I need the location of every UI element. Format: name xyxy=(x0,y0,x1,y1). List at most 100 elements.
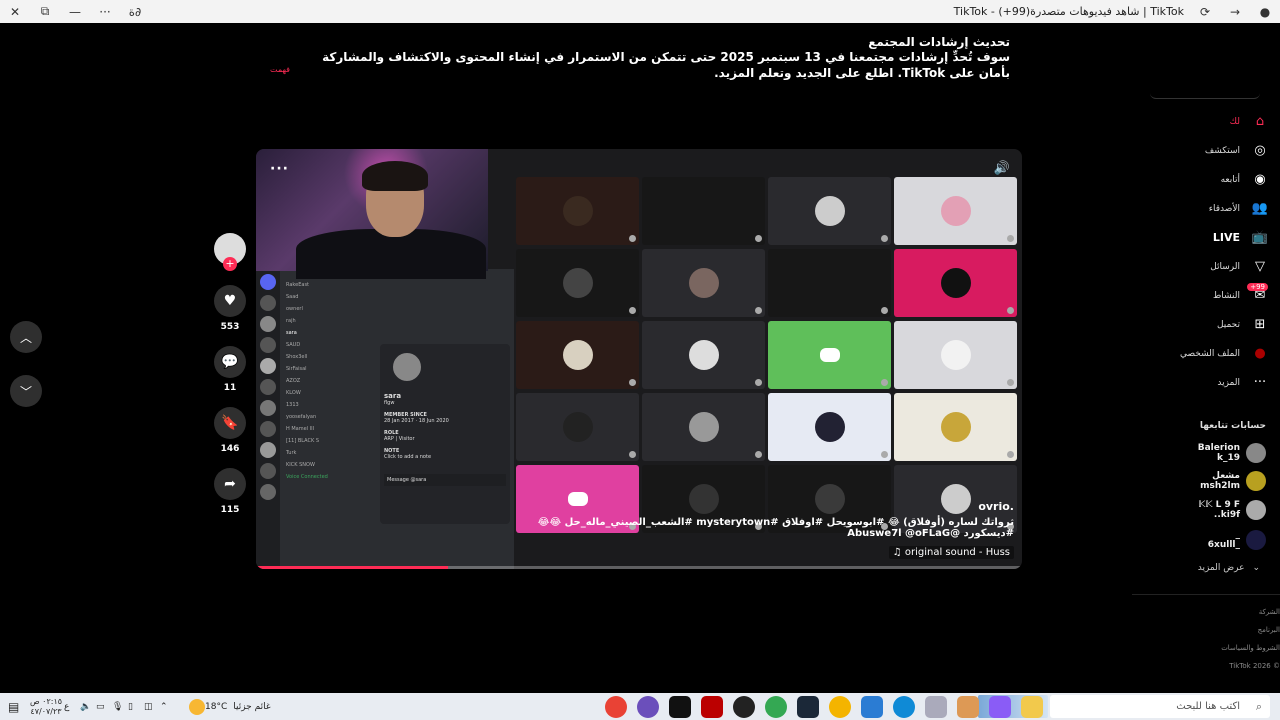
see-more-link[interactable]: ⌄ عرض المزيد xyxy=(1198,563,1260,573)
following-account[interactable]: Balerion 19_k xyxy=(1146,440,1266,466)
sidebar-item-activity[interactable]: ✉ النشاط 99+ xyxy=(1130,281,1280,310)
server-icon xyxy=(260,484,276,500)
chrome-canary-icon[interactable] xyxy=(829,696,851,718)
video-author[interactable]: ovrio. xyxy=(978,500,1014,513)
close-window-button[interactable]: ✕ xyxy=(0,0,30,23)
chrome-profile-icon[interactable] xyxy=(765,696,787,718)
like-heart-icon[interactable]: ♥ xyxy=(214,285,246,317)
weather-widget[interactable]: غائم جزئيا 18°C xyxy=(185,693,271,720)
speaker-icon[interactable]: 🔈 xyxy=(80,702,96,712)
chrome-icon[interactable] xyxy=(605,696,627,718)
member-name: KLOW xyxy=(286,390,301,396)
next-video-chevron-down-icon[interactable]: ﹀ xyxy=(10,375,42,407)
member-name: Shox3ell xyxy=(286,354,308,360)
video-actions: + ♥ 553 💬 11 🔖 146 ➦ 115 xyxy=(210,233,250,515)
user-avatar xyxy=(562,412,593,442)
mic-icon xyxy=(629,307,636,314)
refresh-icon[interactable]: ⟳ xyxy=(1190,0,1220,23)
mic-icon xyxy=(881,379,888,386)
following-account[interactable]: مشعل msh2lm xyxy=(1146,468,1266,494)
following-account[interactable]: _ _6xulll xyxy=(1146,527,1266,553)
file-explorer-icon[interactable] xyxy=(1021,696,1043,718)
account-avatar xyxy=(1246,443,1266,463)
mic-icon xyxy=(1007,451,1014,458)
app-icon[interactable] xyxy=(637,696,659,718)
bookmark-icon[interactable]: 🔖 xyxy=(214,407,246,439)
language-indicator[interactable]: ع xyxy=(64,702,80,712)
grid-tile xyxy=(516,393,639,461)
restore-window-button[interactable]: ⧉ xyxy=(30,0,60,23)
mic-icon xyxy=(881,451,888,458)
comment-icon[interactable]: 💬 xyxy=(214,346,246,378)
show-hidden-icons-chevron-up-icon[interactable]: ⌃ xyxy=(160,702,176,712)
sidebar-item-live[interactable]: 📺 LIVE xyxy=(1130,223,1280,252)
browser-titlebar: ✕ ⧉ — ··· ة∂ ● → ⟳ TikTok | شاهد فيديوها… xyxy=(0,0,1280,23)
netflix-icon[interactable] xyxy=(701,696,723,718)
mic-icon xyxy=(881,307,888,314)
mail-icon[interactable] xyxy=(861,696,883,718)
browser-logo-icon: ● xyxy=(1259,4,1271,19)
back-arrow-icon[interactable]: → xyxy=(1220,0,1250,23)
member-name: sara xyxy=(286,330,297,336)
creator-avatar[interactable]: + xyxy=(214,233,246,271)
footer-link[interactable]: الشروط والسياسات xyxy=(1220,639,1280,657)
clock[interactable]: ٠٢:١٥ ص ٤٧/٠٧/٢٣ xyxy=(28,697,64,717)
volume-icon[interactable]: 🔊 xyxy=(994,161,1010,176)
copyright: © TikTok 2026 xyxy=(1229,662,1280,670)
window-controls: ✕ ⧉ — ··· ة∂ xyxy=(0,0,150,23)
video-progress-bar[interactable] xyxy=(256,566,1022,569)
sidebar-item-for-you[interactable]: ⌂ لك xyxy=(1130,107,1280,136)
minimize-window-button[interactable]: — xyxy=(60,0,90,23)
voice-status: Voice Connected xyxy=(286,474,328,480)
sidebar-item-explore[interactable]: ◎ استكشف xyxy=(1130,136,1280,165)
sidebar-item-upload[interactable]: ⊞ تحميل xyxy=(1130,310,1280,339)
member-name: RakeEast xyxy=(286,282,310,288)
following-account[interactable]: 𝕂𝕂 L 9 Fki9f.. xyxy=(1146,497,1266,523)
edge-icon[interactable] xyxy=(893,696,915,718)
video-more-options-icon[interactable]: ··· xyxy=(270,161,289,177)
tiktok-icon[interactable] xyxy=(669,696,691,718)
video-sound[interactable]: ♫ original sound - Huss xyxy=(888,546,1014,559)
discord-video-grid xyxy=(516,177,1017,537)
taskbar-search-input[interactable]: ⌕ اكتب هنا للبحث xyxy=(1050,695,1270,718)
taskbar-apps xyxy=(600,696,1048,718)
discord-server-column xyxy=(256,269,280,569)
sidebar-footer: الشركة البرنامج الشروط والسياسات © TikTo… xyxy=(1220,603,1280,675)
share-arrow-icon[interactable]: ➦ xyxy=(214,468,246,500)
sidebar-item-profile[interactable]: ● الملف الشخصي xyxy=(1130,339,1280,368)
sidebar-item-messages[interactable]: ▽ الرسائل xyxy=(1130,252,1280,281)
footer-link[interactable]: الشركة xyxy=(1220,603,1280,621)
copilot-icon[interactable] xyxy=(989,696,1011,718)
video-caption[interactable]: ثرواتك لساره (أوفلاق) 😂 #ابوسويحل #اوفلا… xyxy=(494,517,1014,539)
app-icon[interactable] xyxy=(957,696,979,718)
mic-icon xyxy=(1007,307,1014,314)
notification-icon[interactable]: ▤ xyxy=(8,700,24,714)
sidebar-item-friends[interactable]: 👥 الأصدقاء xyxy=(1130,194,1280,223)
tab-title[interactable]: TikTok | شاهد فيديوهات متصدرة(99+) - Tik… xyxy=(954,5,1184,18)
store-icon[interactable] xyxy=(925,696,947,718)
windows-taskbar: ⌕ اكتب هنا للبحث ⧉ غائم جزئيا 18°C ▤ ٠٢:… xyxy=(0,693,1280,720)
follow-plus-icon[interactable]: + xyxy=(223,257,237,271)
member-name: [11] BLACK S xyxy=(286,438,320,444)
sidebar-item-following[interactable]: ◉ أتابعه xyxy=(1130,165,1280,194)
user-avatar xyxy=(940,196,971,226)
mic-icon xyxy=(629,235,636,242)
more-icon: ··· xyxy=(1253,375,1267,390)
video-player[interactable]: RakeEast Saad ownerl rajh sara SAUD Shox… xyxy=(256,149,1022,569)
live-icon: 📺 xyxy=(1251,230,1269,245)
network-icon[interactable]: ▭ xyxy=(96,702,112,712)
sidebar-item-more[interactable]: ··· المزيد xyxy=(1130,368,1280,397)
steam-icon[interactable] xyxy=(797,696,819,718)
footer-link[interactable]: البرنامج xyxy=(1220,621,1280,639)
microphone-icon[interactable]: 🎙 xyxy=(112,702,128,712)
search-box-edge[interactable] xyxy=(1150,89,1260,99)
reader-mode-button[interactable]: ة∂ xyxy=(120,0,150,23)
user-avatar xyxy=(562,340,593,370)
browser-menu-button[interactable]: ··· xyxy=(90,0,120,23)
banner-dismiss-link[interactable]: فهمت xyxy=(270,65,290,74)
battery-icon[interactable]: ▯ xyxy=(128,702,144,712)
tray-app-icon[interactable]: ◫ xyxy=(144,702,160,712)
system-tray: ▤ ٠٢:١٥ ص ٤٧/٠٧/٢٣ ع 🔈 ▭ 🎙 ▯ ◫ ⌃ xyxy=(8,693,176,720)
app-icon[interactable] xyxy=(733,696,755,718)
previous-video-chevron-up-icon[interactable]: ︿ xyxy=(10,321,42,353)
